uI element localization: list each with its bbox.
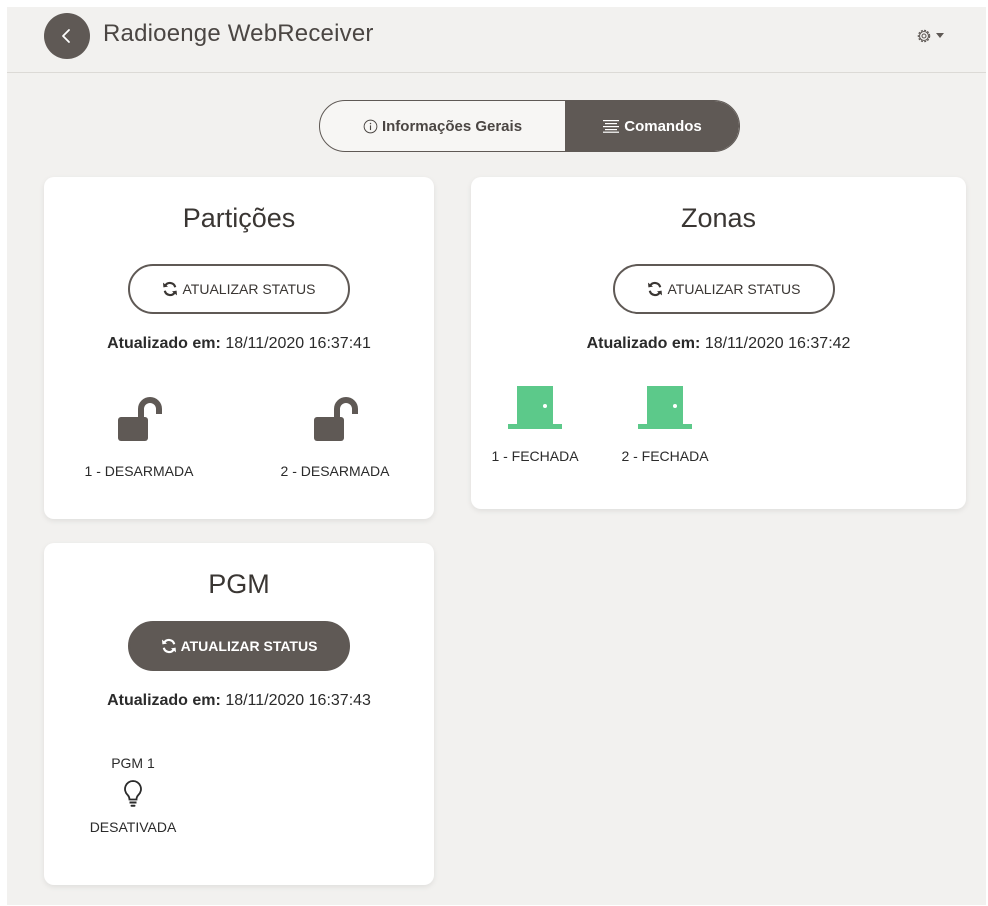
updated-timestamp: Atualizado em: 18/11/2020 16:37:43	[44, 692, 434, 710]
app-header: Radioenge WebReceiver	[7, 7, 986, 73]
pgm-name: PGM 1	[111, 755, 155, 771]
list-icon	[603, 120, 620, 133]
settings-menu[interactable]	[915, 24, 951, 48]
partition-item[interactable]: 1 - DESARMADA	[74, 395, 204, 479]
updated-value: 18/11/2020 16:37:41	[225, 335, 371, 352]
lock-open-icon	[118, 397, 162, 441]
chevron-left-icon	[62, 29, 70, 43]
partition-label: 2 - DESARMADA	[280, 463, 390, 479]
tab-label: Comandos	[624, 117, 702, 135]
gear-icon	[917, 29, 931, 43]
app-frame: Radioenge WebReceiver Informações Gerais	[7, 7, 986, 905]
button-label: ATUALIZAR STATUS	[667, 281, 801, 297]
tab-comandos[interactable]: Comandos	[565, 101, 739, 151]
zonas-card: Zonas ATUALIZAR STATUS Atualizado em: 18…	[471, 177, 966, 509]
updated-label: Atualizado em:	[107, 335, 221, 352]
card-title: Zonas	[680, 203, 757, 233]
lightbulb-icon	[124, 780, 142, 807]
updated-label: Atualizado em:	[107, 692, 221, 709]
card-title: PGM	[208, 569, 270, 599]
door-closed-icon	[638, 386, 692, 429]
zone-label: 1 - FECHADA	[491, 448, 579, 464]
chevron-down-icon	[936, 32, 944, 38]
refresh-icon	[163, 281, 178, 297]
lock-open-icon	[314, 397, 358, 441]
updated-label: Atualizado em:	[586, 335, 701, 352]
particoes-card: Partições ATUALIZAR STATUS Atualizado em…	[44, 177, 434, 519]
refresh-status-button[interactable]: ATUALIZAR STATUS	[613, 264, 835, 314]
refresh-status-button[interactable]: ATUALIZAR STATUS	[128, 621, 350, 671]
pgm-item[interactable]: PGM 1 DESATIVADA	[78, 755, 188, 835]
card-title: Partições	[182, 203, 296, 233]
partition-item[interactable]: 2 - DESARMADA	[270, 395, 400, 479]
app-title: Radioenge WebReceiver	[103, 20, 374, 47]
tab-label: Informações Gerais	[381, 117, 523, 135]
door-closed-icon	[508, 386, 562, 429]
pgm-status: DESATIVADA	[89, 819, 177, 835]
refresh-icon	[648, 281, 663, 297]
back-button[interactable]	[44, 13, 90, 59]
updated-timestamp: Atualizado em: 18/11/2020 16:37:41	[44, 335, 434, 353]
refresh-icon	[161, 638, 176, 654]
updated-value: 18/11/2020 16:37:43	[225, 692, 371, 709]
updated-timestamp: Atualizado em: 18/11/2020 16:37:42	[471, 335, 966, 353]
button-label: ATUALIZAR STATUS	[182, 281, 316, 297]
button-label: ATUALIZAR STATUS	[180, 638, 318, 654]
tab-informacoes-gerais[interactable]: Informações Gerais	[320, 101, 565, 151]
zone-item[interactable]: 2 - FECHADA	[615, 384, 715, 464]
partition-label: 1 - DESARMADA	[84, 463, 194, 479]
zone-label: 2 - FECHADA	[621, 448, 709, 464]
info-icon	[363, 119, 378, 133]
zone-item[interactable]: 1 - FECHADA	[485, 384, 585, 464]
tab-bar: Informações Gerais Comandos	[319, 100, 740, 152]
pgm-card: PGM ATUALIZAR STATUS Atualizado em: 18/1…	[44, 543, 434, 885]
refresh-status-button[interactable]: ATUALIZAR STATUS	[128, 264, 350, 314]
updated-value: 18/11/2020 16:37:42	[704, 335, 851, 352]
